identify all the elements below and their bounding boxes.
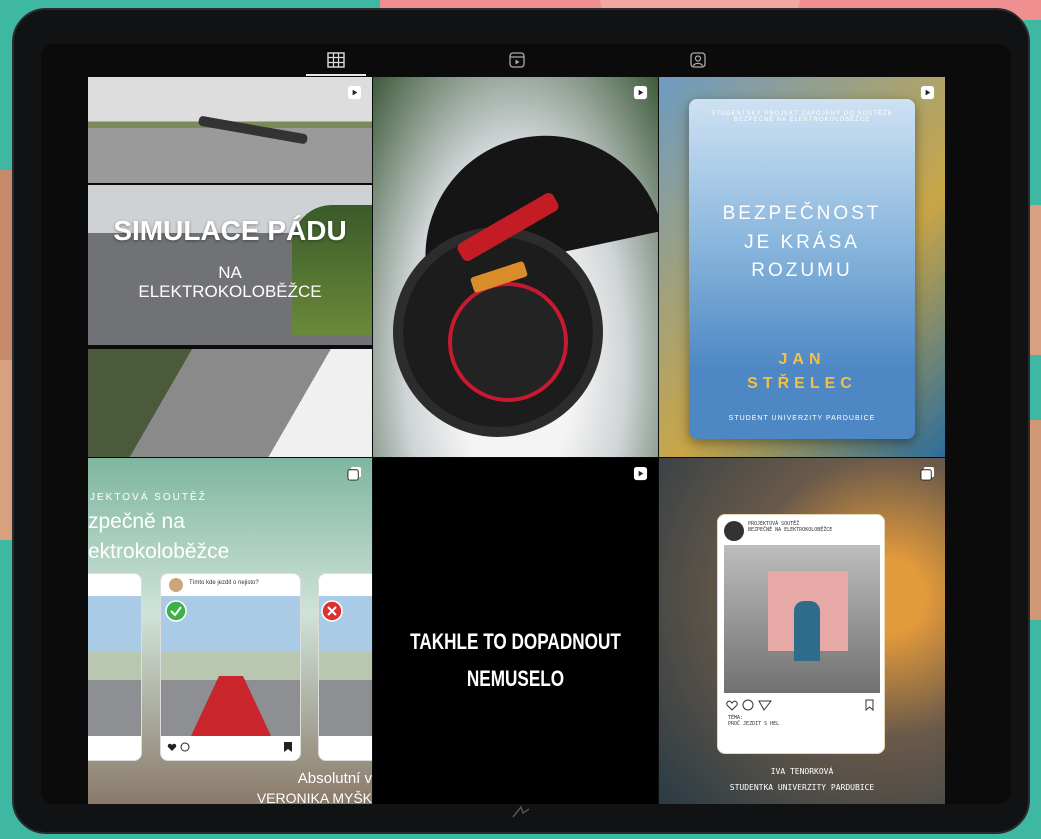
reel-icon: [347, 85, 362, 100]
carousel-heading-2: ektrokoloběžce: [88, 540, 230, 563]
poster-name-1: JAN: [778, 351, 826, 368]
phone-card-center: Tímto kde jezdit o nejisto?: [160, 573, 301, 761]
post-action-icons: [726, 699, 773, 711]
presentation-photo: [724, 545, 880, 693]
phone-card-left: [88, 573, 142, 761]
tab-tagged[interactable]: [668, 44, 728, 76]
reels-icon: [509, 52, 525, 68]
simulation-frame-bottom: [88, 349, 372, 457]
author-name: IVA TENORKOVÁ: [770, 767, 834, 776]
poster-title-3: ROZUMU: [751, 260, 853, 281]
tagged-icon: [690, 52, 706, 68]
carousel-icon: [920, 466, 935, 481]
reel-icon: [920, 85, 935, 100]
mock-instagram-post: PROJEKTOVÁ SOUTĚŽ BEZPEČNĚ NA ELEKTROKOL…: [717, 514, 885, 754]
scooter-wheel: [393, 227, 603, 437]
mock-post-caption: TÉMA: PROČ JEZDIT S HEL: [728, 715, 779, 727]
simulation-frame-top: [88, 77, 372, 183]
poster-card: STUDENTSKÝ PROJEKT ZAPOJENÝ DO SOUTĚŽE B…: [689, 99, 915, 439]
poster-name-2: STŘELEC: [747, 375, 857, 392]
poster-top-text: STUDENTSKÝ PROJEKT ZAPOJENÝ DO SOUTĚŽE B…: [711, 111, 893, 123]
carousel-bottom-text-2: VERONIKA MYŠK: [256, 790, 372, 804]
simulation-subtitle-2: ELEKTROKOLOBĚŽCE: [138, 282, 322, 301]
bookmark-icon: [865, 699, 874, 711]
poster-title-1: BEZPEČNOST: [722, 203, 882, 224]
wheel-rim: [448, 282, 568, 402]
tab-posts-grid[interactable]: [306, 44, 366, 76]
street-image: [88, 596, 141, 736]
mock-post-header-line-2: BEZPEČNĚ NA ELEKTROKOLOBĚŽCE: [748, 527, 833, 533]
check-icon: [165, 600, 187, 622]
simulation-subtitle-1: NA: [218, 263, 242, 282]
text-post-line-1: TAKHLE TO DOPADNOUT: [410, 629, 621, 654]
road-image: [88, 349, 372, 457]
scooter-photo: [373, 77, 658, 457]
grid-icon: [327, 52, 345, 68]
post-scooter-wheel[interactable]: [373, 77, 659, 458]
post-carousel-project[interactable]: JEKTOVÁ SOUTĚŽ zpečně na ektrokoloběžce …: [88, 458, 373, 804]
instagram-profile-screen: SIMULACE PÁDU NA ELEKTROKOLOBĚŽCE STUDEN…: [41, 44, 1011, 804]
carousel-bottom-text-1: Absolutní v: [297, 770, 372, 787]
like-comment-icons: [167, 742, 190, 752]
bookmark-icon: [284, 742, 292, 752]
text-post-line-2: NEMUSELO: [466, 666, 565, 691]
poster-title-2: JE KRÁSA: [744, 232, 860, 253]
simulation-title: SIMULACE PÁDU: [113, 215, 347, 246]
author-affiliation: STUDENTKA UNIVERZITY PARDUBICE: [729, 783, 875, 792]
card-question: Tímto kde jezdit o nejisto?: [189, 580, 259, 586]
reel-icon: [633, 85, 648, 100]
post-simulation[interactable]: SIMULACE PÁDU NA ELEKTROKOLOBĚŽCE: [88, 77, 373, 458]
tab-reels[interactable]: [487, 44, 547, 76]
post-text-only[interactable]: TAKHLE TO DOPADNOUT NEMUSELO: [373, 458, 659, 804]
mock-post-caption-line-2: PROČ JEZDIT S HEL: [728, 721, 780, 727]
camera-icon: [512, 805, 530, 818]
reel-icon: [633, 466, 648, 481]
carousel-heading-1: zpečně na: [88, 510, 185, 533]
profile-tabs: [41, 44, 1011, 76]
fallen-rider: [197, 115, 309, 145]
post-poster[interactable]: STUDENTSKÝ PROJEKT ZAPOJENÝ DO SOUTĚŽE B…: [659, 77, 946, 458]
presenter: [794, 601, 820, 661]
carousel-icon: [347, 466, 362, 481]
mock-post-header: PROJEKTOVÁ SOUTĚŽ BEZPEČNĚ NA ELEKTROKOL…: [748, 521, 832, 533]
avatar: [724, 521, 744, 541]
avatar: [169, 578, 183, 592]
bike-lane: [191, 676, 271, 736]
post-instagram-mockup[interactable]: PROJEKTOVÁ SOUTĚŽ BEZPEČNĚ NA ELEKTROKOL…: [659, 458, 946, 804]
posts-grid: SIMULACE PÁDU NA ELEKTROKOLOBĚŽCE STUDEN…: [88, 77, 946, 804]
carousel-small-heading: JEKTOVÁ SOUTĚŽ: [90, 492, 207, 503]
poster-footer: STUDENT UNIVERZITY PARDUBICE: [728, 415, 876, 422]
cross-icon: [321, 600, 343, 622]
phone-card-right: [318, 573, 372, 761]
